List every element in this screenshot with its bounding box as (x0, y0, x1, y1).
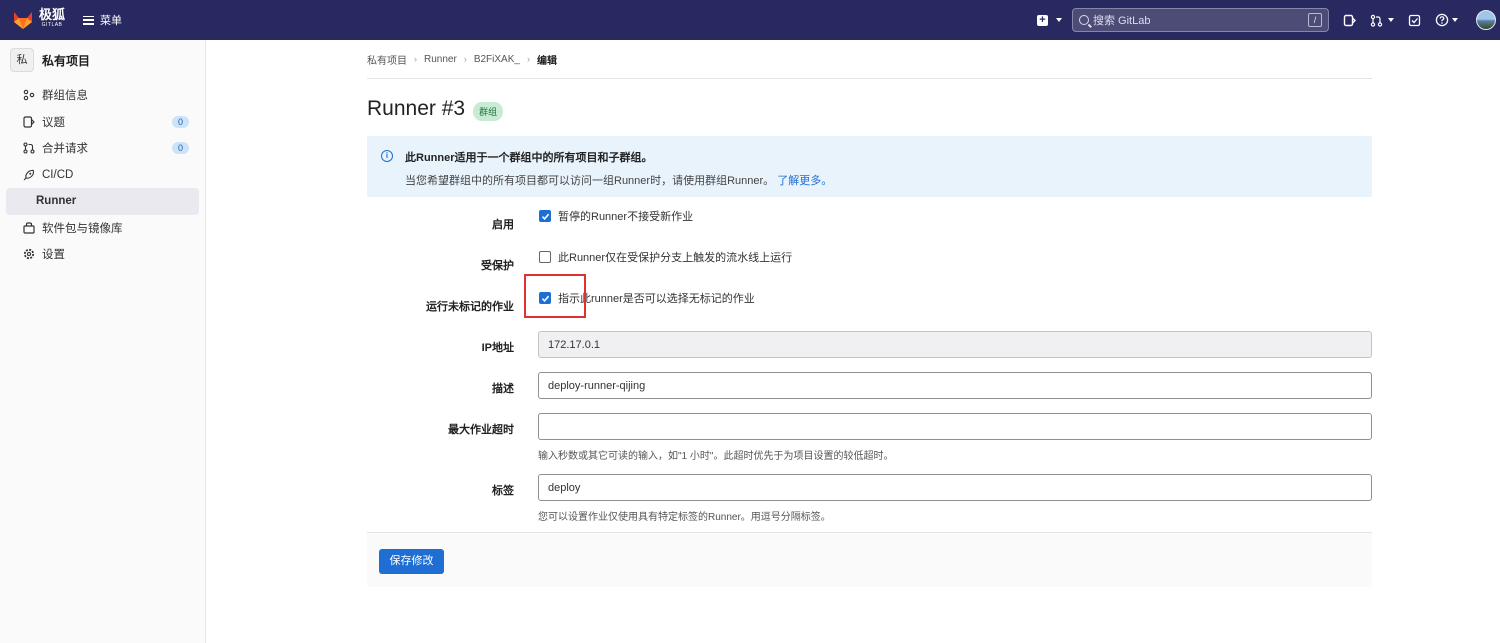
ip-address-field: 172.17.0.1 (538, 331, 1372, 358)
info-alert: i 此Runner适用于一个群组中的所有项目和子群组。 当您希望群组中的所有项目… (367, 136, 1372, 197)
user-avatar[interactable] (1476, 10, 1496, 30)
sidebar-item-label: Runner (36, 195, 77, 208)
fox-logo-icon (14, 12, 32, 29)
untagged-checkbox-text: 指示此runner是否可以选择无标记的作业 (558, 293, 755, 305)
plus-icon: + (1037, 14, 1048, 26)
gear-icon (23, 248, 35, 260)
max-timeout-label: 最大作业超时 (448, 424, 514, 436)
sidebar-item-label: 合并请求 (42, 143, 88, 156)
brand-name: 极狐 (39, 7, 66, 22)
search-input[interactable]: 搜索 GitLab / (1072, 8, 1329, 32)
alert-text: 当您希望群组中的所有项目都可以访问一组Runner时，请使用群组Runner。 (405, 175, 775, 187)
tags-field[interactable]: deploy (538, 474, 1372, 501)
alert-title: 此Runner适用于一个群组中的所有项目和子群组。 (405, 152, 653, 164)
protected-checkbox-row[interactable]: 此Runner仅在受保护分支上触发的流水线上运行 (539, 249, 792, 265)
merge-request-icon (1370, 14, 1383, 27)
breadcrumb-item[interactable]: B2FiXAK_ (474, 54, 520, 65)
todos-nav-button[interactable] (1408, 14, 1421, 27)
new-dropdown-button[interactable]: + (1037, 14, 1062, 26)
sidebar: 私 私有项目 群组信息 议题 0 合并请求 0 CI/CD Runner 软件包… (0, 40, 206, 643)
chevron-down-icon (1056, 18, 1062, 22)
breadcrumb-current: 编辑 (536, 55, 557, 67)
annotation-highlight-box (524, 274, 586, 318)
search-icon (1079, 15, 1089, 25)
project-name: 私有项目 (42, 53, 91, 68)
sidebar-item-packages-registries[interactable]: 软件包与镜像库 (6, 215, 199, 242)
chevron-down-icon (1452, 18, 1458, 22)
protected-checkbox-text: 此Runner仅在受保护分支上触发的流水线上运行 (558, 252, 793, 264)
sidebar-item-label: CI/CD (42, 168, 74, 181)
learn-more-link[interactable]: 了解更多。 (777, 175, 832, 187)
brand-logo[interactable]: 极狐 GITLAB (12, 7, 66, 31)
active-label: 启用 (492, 219, 514, 231)
help-icon (1435, 13, 1449, 27)
runner-type-badge: 群组 (473, 101, 504, 121)
protected-label: 受保护 (481, 260, 514, 272)
issues-icon (23, 116, 35, 128)
rocket-icon (23, 169, 35, 181)
help-dropdown-button[interactable] (1435, 13, 1458, 27)
active-checkbox[interactable] (539, 210, 551, 222)
merge-requests-nav-button[interactable] (1370, 14, 1394, 27)
sidebar-item-merge-requests[interactable]: 合并请求 0 (6, 135, 199, 162)
sidebar-item-label: 设置 (42, 249, 65, 262)
chevron-right-icon: › (463, 54, 467, 64)
project-header[interactable]: 私 私有项目 (0, 42, 205, 78)
breadcrumb: 私有项目 › Runner › B2FiXAK_ › 编辑 (367, 40, 1372, 79)
max-timeout-field[interactable] (538, 413, 1372, 440)
issues-count-badge: 0 (171, 115, 189, 128)
merge-requests-count-badge: 0 (171, 142, 189, 154)
info-icon: i (381, 150, 393, 162)
issues-nav-button[interactable] (1343, 14, 1356, 27)
alert-body: 当您希望群组中的所有项目都可以访问一组Runner时，请使用群组Runner。 … (405, 172, 832, 188)
issues-icon (1343, 14, 1356, 26)
brand-text: 极狐 GITLAB (39, 7, 66, 31)
sidebar-item-issues[interactable]: 议题 0 (6, 109, 199, 136)
sidebar-item-label: 软件包与镜像库 (42, 222, 123, 235)
sidebar-item-label: 群组信息 (42, 90, 88, 103)
description-field[interactable]: deploy-runner-qijing (538, 372, 1372, 399)
form-actions: 保存修改 (367, 532, 1372, 587)
page-header: Runner #3 群组 (367, 95, 1372, 123)
main-content: 私有项目 › Runner › B2FiXAK_ › 编辑 Runner #3 … (367, 40, 1372, 197)
merge-request-icon (23, 142, 35, 154)
ip-label: IP地址 (481, 342, 514, 354)
group-icon (23, 89, 35, 101)
top-navbar: 极狐 GITLAB 菜单 + 搜索 GitLab / (0, 0, 1500, 40)
checkmark-icon (541, 213, 549, 220)
tags-help: 您可以设置作业仅使用具有特定标签的Runner。用逗号分隔标签。 (538, 512, 831, 523)
breadcrumb-item[interactable]: Runner (424, 54, 457, 65)
active-checkbox-text: 暂停的Runner不接受新作业 (558, 211, 694, 223)
page-title: Runner #3 (367, 97, 466, 120)
sidebar-item-label: 议题 (42, 116, 65, 129)
sidebar-item-cicd[interactable]: CI/CD (6, 162, 199, 189)
chevron-down-icon (1388, 18, 1394, 22)
package-icon (23, 222, 35, 234)
project-avatar: 私 (10, 48, 34, 72)
chevron-right-icon: › (414, 54, 417, 64)
description-label: 描述 (492, 383, 514, 395)
hamburger-icon (83, 15, 95, 25)
menu-button[interactable]: 菜单 (83, 12, 122, 28)
protected-checkbox[interactable] (539, 251, 551, 263)
sidebar-item-runner[interactable]: Runner (6, 188, 199, 215)
todo-icon (1408, 14, 1421, 26)
tags-label: 标签 (492, 485, 514, 497)
max-timeout-help: 输入秒数或其它可读的输入，如"1 小时"。此超时优先于为项目设置的较低超时。 (538, 451, 894, 462)
breadcrumb-item[interactable]: 私有项目 (367, 52, 407, 67)
sidebar-item-group-info[interactable]: 群组信息 (6, 82, 199, 109)
save-changes-button[interactable]: 保存修改 (379, 549, 444, 574)
untagged-label: 运行未标记的作业 (426, 301, 514, 313)
active-checkbox-row[interactable]: 暂停的Runner不接受新作业 (539, 208, 693, 224)
chevron-right-icon: › (526, 54, 530, 64)
sidebar-item-settings[interactable]: 设置 (6, 241, 199, 268)
search-shortcut-hint: / (1308, 13, 1322, 27)
brand-subtitle: GITLAB (41, 22, 63, 28)
search-placeholder: 搜索 GitLab (1093, 15, 1151, 27)
menu-label: 菜单 (100, 15, 123, 27)
